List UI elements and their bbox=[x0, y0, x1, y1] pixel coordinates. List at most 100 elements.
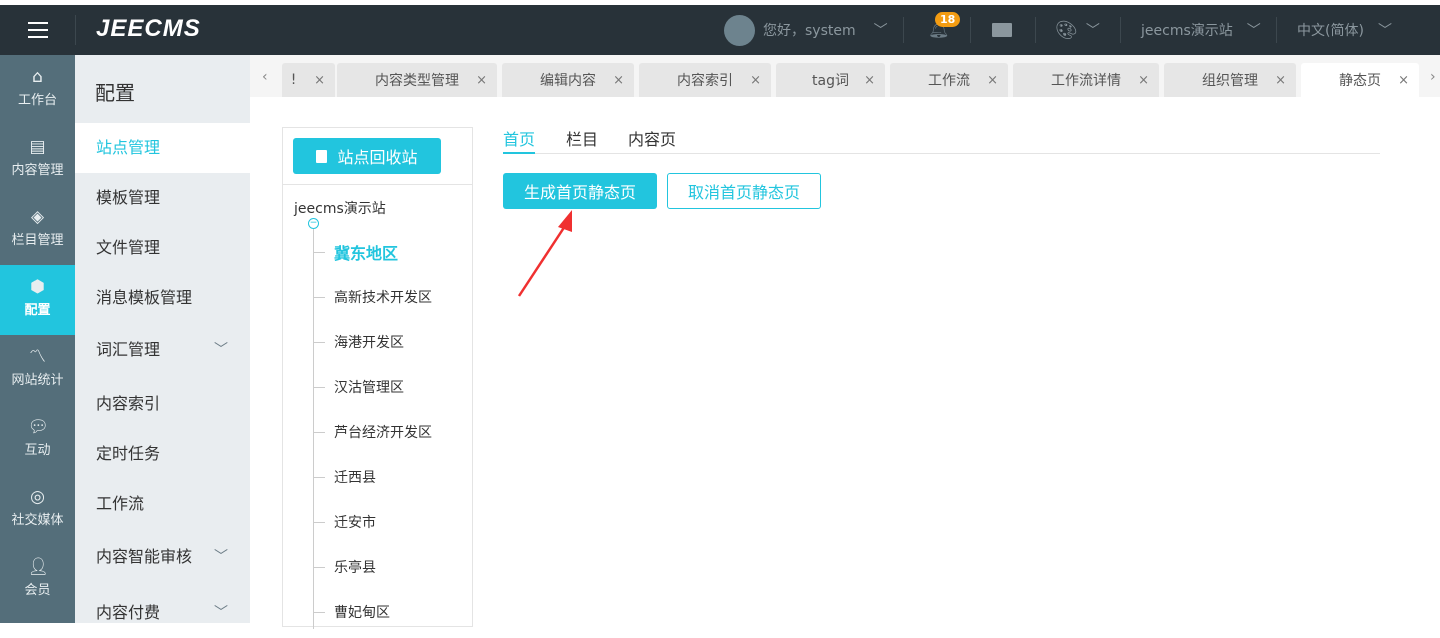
tab-bar: ‹ › ! × 内容类型管理 × 编辑内容 × 内容索引 × tag词 × 工作流 × 工作流详情 × 组织… bbox=[250, 55, 1440, 97]
generate-home-static-button[interactable]: 生成首页静态页 bbox=[503, 173, 657, 209]
tree-node[interactable]: 迁安市 bbox=[313, 512, 376, 532]
page-tab[interactable]: 工作流详情 × bbox=[1013, 63, 1159, 97]
menu-item-label: 工作流 bbox=[96, 494, 145, 513]
nav-label: 社交媒体 bbox=[11, 513, 64, 528]
close-icon[interactable]: × bbox=[1398, 73, 1409, 88]
menu-item-label: 内容智能审核 bbox=[96, 547, 193, 566]
logo: JEECMS bbox=[96, 15, 201, 42]
site-tree-panel: 站点回收站 jeecms演示站 − 冀东地区高新技术开发区海港开发区汉沽管理区芦… bbox=[282, 127, 473, 629]
collapse-icon[interactable]: − bbox=[308, 218, 319, 229]
page-tab[interactable]: 组织管理 × bbox=[1164, 63, 1296, 97]
nav-label: 栏目管理 bbox=[11, 233, 64, 248]
tree-node-label: 高新技术开发区 bbox=[334, 290, 432, 306]
page-tab[interactable]: 内容索引 × bbox=[639, 63, 771, 97]
tree-node[interactable]: 乐亭县 bbox=[313, 557, 376, 577]
box-icon: ⬢ bbox=[30, 277, 45, 297]
chat-icon: 💬︎ bbox=[27, 417, 50, 437]
monitor-icon[interactable] bbox=[992, 5, 1012, 55]
site-name: jeecms演示站 bbox=[1141, 23, 1233, 39]
trash-icon bbox=[316, 149, 328, 163]
tab-content-page[interactable]: 内容页 bbox=[628, 126, 676, 150]
language-selector[interactable]: 中文(简体) ﹀ bbox=[1297, 5, 1392, 55]
tree-node-label: 曹妃甸区 bbox=[334, 605, 390, 621]
menu-item[interactable]: 词汇管理 ﹀ bbox=[75, 325, 250, 375]
site-recycle-button[interactable]: 站点回收站 bbox=[293, 138, 441, 174]
close-icon[interactable]: × bbox=[864, 73, 875, 88]
tree-node-label: 汉沽管理区 bbox=[334, 380, 404, 396]
nav-box[interactable]: ⬢ 配置 bbox=[0, 265, 75, 335]
tree-node[interactable]: 曹妃甸区 bbox=[313, 602, 390, 622]
menu-item-label: 内容付费 bbox=[96, 603, 161, 622]
menu-item-label: 站点管理 bbox=[96, 138, 161, 157]
cancel-home-static-button[interactable]: 取消首页静态页 bbox=[667, 173, 821, 209]
tree-node[interactable]: 海港开发区 bbox=[313, 332, 404, 352]
user-menu[interactable]: 您好，system ﹀ bbox=[724, 5, 888, 55]
menu-item[interactable]: 模板管理 bbox=[75, 173, 250, 223]
divider bbox=[75, 15, 76, 45]
tab-label: 工作流详情 bbox=[1051, 73, 1121, 89]
menu-item[interactable]: 定时任务 bbox=[75, 429, 250, 479]
menu-toggle-icon[interactable] bbox=[28, 22, 48, 38]
page-tab[interactable]: 工作流 × bbox=[890, 63, 1008, 97]
chevron-down-icon: ﹀ bbox=[214, 605, 228, 621]
nav-label: 网站统计 bbox=[11, 373, 64, 388]
menu-item[interactable]: 工作流 bbox=[75, 479, 250, 529]
page-tab[interactable]: 内容类型管理 × bbox=[337, 63, 497, 97]
nav-layers[interactable]: ◈ 栏目管理 bbox=[0, 195, 75, 265]
nav-social[interactable]: ◎ 社交媒体 bbox=[0, 475, 75, 545]
close-icon[interactable]: × bbox=[314, 73, 325, 88]
user-icon: 👤︎ bbox=[27, 557, 50, 577]
annotation-arrow bbox=[517, 210, 572, 297]
divider bbox=[903, 17, 904, 43]
close-icon[interactable]: × bbox=[613, 73, 624, 88]
side-menu: 配置 站点管理 模板管理 文件管理 消息模板管理 词汇管理 ﹀ 内容索引 定时任务 工作流 内容智… bbox=[75, 55, 250, 623]
menu-item[interactable]: 内容索引 bbox=[75, 379, 250, 429]
tabs-prev-icon[interactable]: ‹ bbox=[262, 69, 268, 85]
menu-item[interactable]: 内容智能审核 ﹀ bbox=[75, 532, 250, 582]
nav-document[interactable]: ▤ 内容管理 bbox=[0, 125, 75, 195]
page-tab[interactable]: 编辑内容 × bbox=[502, 63, 634, 97]
tree-root[interactable]: jeecms演示站 bbox=[294, 198, 386, 218]
divider bbox=[503, 153, 1380, 154]
menu-item-label: 词汇管理 bbox=[96, 340, 161, 359]
menu-item[interactable]: 文件管理 bbox=[75, 223, 250, 273]
nav-label: 会员 bbox=[24, 583, 51, 598]
tab-channel[interactable]: 栏目 bbox=[566, 126, 598, 150]
nav-chart[interactable]: 〽网站统计 bbox=[0, 335, 75, 405]
close-icon[interactable]: × bbox=[1138, 73, 1149, 88]
tab-home[interactable]: 首页 bbox=[503, 126, 535, 150]
menu-item-label: 定时任务 bbox=[96, 444, 161, 463]
close-icon[interactable]: × bbox=[987, 73, 998, 88]
page-tab[interactable]: 静态页 × bbox=[1301, 63, 1419, 97]
page-tab[interactable]: ! × bbox=[282, 63, 335, 97]
tabs-next-icon[interactable]: › bbox=[1430, 69, 1436, 85]
site-selector[interactable]: jeecms演示站 ﹀ bbox=[1141, 5, 1261, 55]
close-icon[interactable]: × bbox=[1275, 73, 1286, 88]
tree-node[interactable]: 冀东地区 bbox=[313, 242, 398, 263]
menu-item[interactable]: 消息模板管理 bbox=[75, 273, 250, 323]
tree-node[interactable]: 芦台经济开发区 bbox=[313, 422, 432, 442]
notification-badge: 18 bbox=[935, 12, 961, 27]
page-tab[interactable]: tag词 × bbox=[776, 63, 885, 97]
tree-node-label: 迁西县 bbox=[334, 470, 376, 486]
tree-node[interactable]: 高新技术开发区 bbox=[313, 287, 432, 307]
theme-menu[interactable]: 🎨︎ ﹀ bbox=[1055, 5, 1100, 55]
nav-chat[interactable]: 💬︎ 互动 bbox=[0, 405, 75, 475]
menu-item[interactable]: 内容付费 ﹀ bbox=[75, 588, 250, 638]
tree-node-label: 芦台经济开发区 bbox=[334, 425, 432, 441]
tree-node[interactable]: 汉沽管理区 bbox=[313, 377, 404, 397]
divider bbox=[283, 184, 472, 185]
active-tab-underline bbox=[503, 152, 535, 154]
menu-item-label: 内容索引 bbox=[96, 394, 161, 413]
close-icon[interactable]: × bbox=[750, 73, 761, 88]
palette-icon: 🎨︎ bbox=[1055, 19, 1078, 41]
nav-user[interactable]: 👤︎ 会员 bbox=[0, 545, 75, 615]
menu-item[interactable]: 站点管理 bbox=[75, 123, 250, 173]
social-icon: ◎ bbox=[30, 487, 45, 507]
top-bar: JEECMS 您好，system ﹀ 🔔︎ 18 🎨︎ ﹀ jeecms演示站 ﹀ … bbox=[0, 5, 1440, 55]
divider bbox=[1276, 17, 1277, 43]
tree-node-label: 乐亭县 bbox=[334, 560, 376, 576]
close-icon[interactable]: × bbox=[476, 73, 487, 88]
nav-home[interactable]: ⌂ 工作台 bbox=[0, 55, 75, 125]
tree-node[interactable]: 迁西县 bbox=[313, 467, 376, 487]
